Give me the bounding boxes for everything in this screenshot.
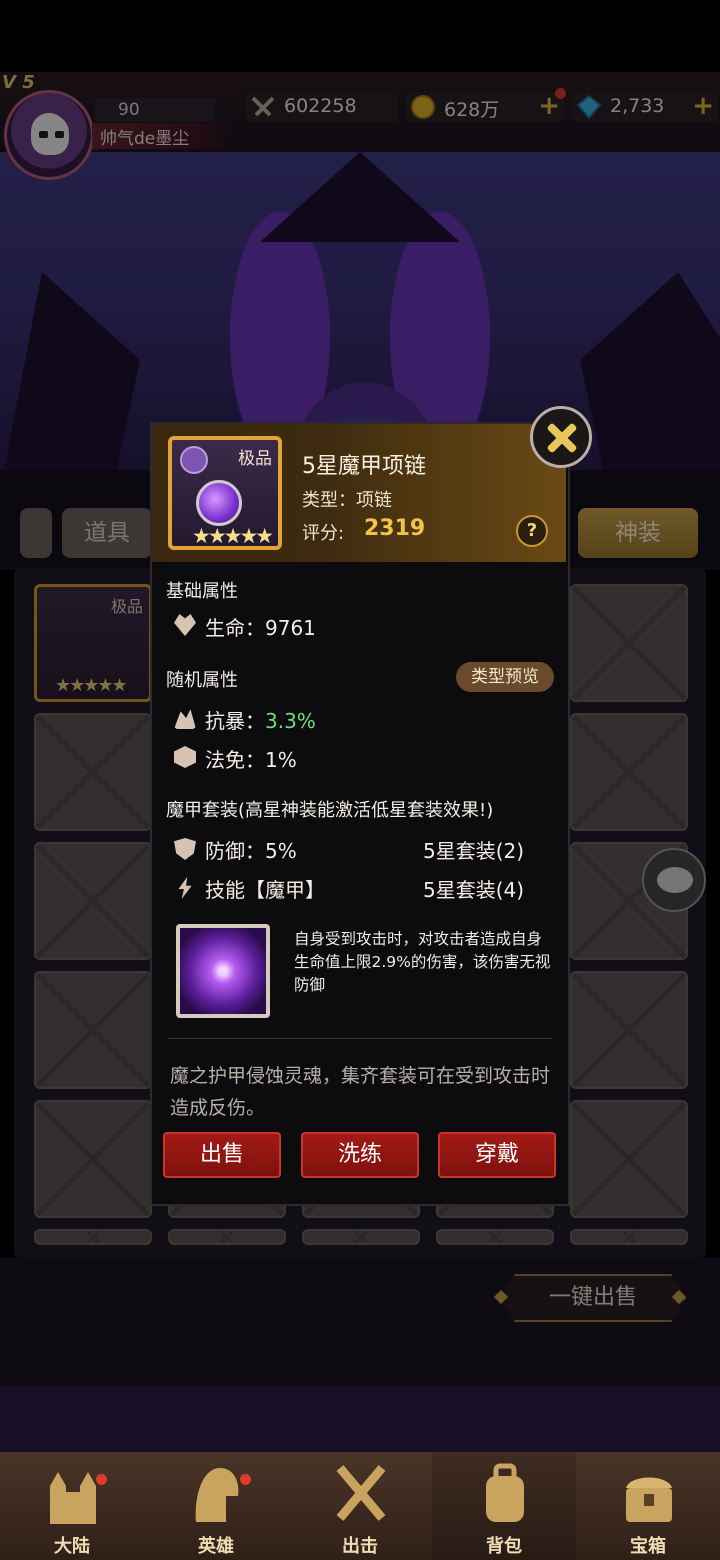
castle-icon bbox=[50, 1472, 96, 1524]
nav-label: 背包 bbox=[486, 1536, 522, 1557]
skill-demon-armor-icon bbox=[176, 924, 270, 1018]
necklace-gem-icon bbox=[196, 480, 242, 526]
set-effect-defense: 防御：5% bbox=[205, 839, 297, 863]
treasure-chest-icon bbox=[626, 1477, 672, 1522]
attr-magic-immunity-value: 1% bbox=[265, 748, 297, 772]
item-flavor-text: 魔之护甲侵蚀灵魂，集齐套装可在受到攻击时造成反伤。 bbox=[170, 1065, 551, 1119]
nav-label: 英雄 bbox=[198, 1536, 234, 1557]
attr-crit-resist-name: 抗暴： bbox=[205, 709, 265, 733]
helmet-icon bbox=[195, 1468, 239, 1522]
rune-badge-icon bbox=[180, 446, 208, 474]
set-effect-skill: 技能【魔甲】 bbox=[205, 878, 325, 902]
nav-label: 大陆 bbox=[54, 1536, 90, 1557]
nav-label: 宝箱 bbox=[630, 1536, 666, 1557]
divider bbox=[168, 1038, 552, 1039]
item-name: 5星魔甲项链 bbox=[302, 454, 426, 479]
notification-dot bbox=[240, 1474, 251, 1485]
nav-treasure[interactable]: 宝箱 bbox=[576, 1452, 720, 1560]
attr-hp-name: 生命： bbox=[205, 616, 265, 640]
set-effect-skill-req: 5星套装(4) bbox=[423, 878, 525, 902]
item-score: 2319 bbox=[364, 516, 426, 541]
item-type: 类型：项链 bbox=[302, 490, 392, 511]
attr-crit-resist: 抗暴：3.3% bbox=[205, 705, 316, 734]
nav-backpack[interactable]: 背包 bbox=[432, 1452, 576, 1560]
item-score-label: 评分: bbox=[302, 523, 345, 544]
refine-button[interactable]: 洗练 bbox=[301, 1132, 419, 1178]
equip-button[interactable]: 穿戴 bbox=[438, 1132, 556, 1178]
star-rating: ★★★★★ bbox=[192, 524, 274, 548]
nav-heroes[interactable]: 英雄 bbox=[144, 1452, 288, 1560]
sell-button[interactable]: 出售 bbox=[163, 1132, 281, 1178]
backpack-icon bbox=[486, 1463, 524, 1522]
attr-hp-value: 9761 bbox=[265, 616, 316, 640]
random-attributes-title: 随机属性 bbox=[166, 670, 238, 691]
attr-magic-immunity: 法免：1% bbox=[205, 744, 297, 773]
attr-magic-immunity-name: 法免： bbox=[205, 748, 265, 772]
help-button[interactable]: ? bbox=[516, 515, 548, 547]
attr-crit-resist-value: 3.3% bbox=[265, 709, 316, 733]
set-bonus-title: 魔甲套装(高星神装能激活低星套装效果!) bbox=[166, 800, 494, 821]
base-attributes-title: 基础属性 bbox=[166, 581, 238, 602]
notification-dot bbox=[96, 1474, 107, 1485]
item-icon: 极品 ★★★★★ bbox=[168, 436, 282, 550]
crossed-swords-icon bbox=[336, 1465, 386, 1521]
type-preview-button[interactable]: 类型预览 bbox=[456, 662, 554, 692]
nav-continent[interactable]: 大陆 bbox=[0, 1452, 144, 1560]
attr-hp: 生命：9761 bbox=[205, 612, 316, 641]
close-button[interactable] bbox=[530, 406, 592, 468]
status-bar bbox=[0, 0, 720, 72]
nav-battle[interactable]: 出击 bbox=[288, 1452, 432, 1560]
nav-label: 出击 bbox=[342, 1536, 378, 1557]
skill-description: 自身受到攻击时，对攻击者造成自身生命值上限2.9%的伤害，该伤害无视防御 bbox=[294, 930, 551, 994]
quality-label: 极品 bbox=[238, 449, 272, 469]
set-effect-defense-req: 5星套装(2) bbox=[423, 839, 525, 863]
